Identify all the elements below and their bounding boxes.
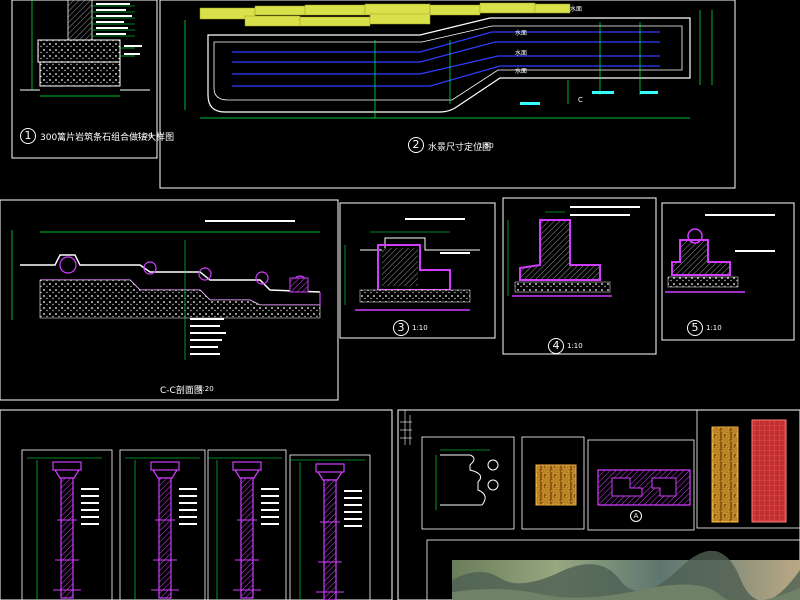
detail-5-frame [661, 202, 795, 341]
section-cc-title: C-C剖面图 [160, 386, 203, 396]
column-neck [317, 471, 343, 481]
ornament-frame [397, 409, 800, 600]
column-note [344, 518, 362, 520]
water-label-2: 水面 [515, 30, 528, 37]
detail-4-frame [502, 197, 657, 355]
detail-3-scale: 1:10 [412, 324, 428, 332]
detail-1-number: 1 [20, 128, 36, 144]
detail-5-number: 5 [687, 320, 703, 336]
cad-drawing-sheet [0, 0, 800, 600]
section-cc-scale: 1:20 [198, 385, 214, 393]
column-note [344, 525, 362, 527]
column-note [179, 488, 197, 490]
detail-a-marker: A [630, 510, 642, 522]
column-shaft [323, 479, 337, 600]
column-note [344, 490, 362, 492]
column-note [261, 509, 279, 511]
column-neck [234, 469, 260, 479]
section-marker-c: C [578, 96, 583, 104]
column-note [81, 488, 99, 490]
water-label-1: 水面 [570, 6, 583, 13]
column-note [261, 488, 279, 490]
column-note [344, 511, 362, 513]
column-note [261, 495, 279, 497]
column-note [81, 523, 99, 525]
column-note [81, 509, 99, 511]
detail-3-frame [339, 202, 496, 339]
water-label-3: 水面 [515, 50, 528, 57]
detail-4-scale: 1:10 [567, 342, 583, 350]
column-note [81, 502, 99, 504]
detail-2-scale: 1:50 [478, 142, 494, 150]
column-note [261, 516, 279, 518]
column-neck [54, 469, 80, 479]
column-capital [315, 463, 345, 473]
column-note [179, 495, 197, 497]
column-note [261, 523, 279, 525]
column-note [179, 502, 197, 504]
detail-2-number: 2 [408, 137, 424, 153]
column-note [261, 502, 279, 504]
column-note [179, 523, 197, 525]
column-shaft [60, 477, 74, 599]
column-note [179, 516, 197, 518]
column-note [344, 497, 362, 499]
column-capital [232, 461, 262, 471]
detail-4-number: 4 [548, 338, 564, 354]
detail-1-scale: 1:20 [137, 132, 153, 140]
column-note [81, 495, 99, 497]
water-label-4: 水面 [515, 68, 528, 75]
detail-2-frame [159, 0, 736, 189]
column-neck [152, 469, 178, 479]
column-note [179, 509, 197, 511]
detail-1-title: 300篱片岩筑条石组合做法大样图 [40, 133, 175, 143]
detail-5-scale: 1:10 [706, 324, 722, 332]
column-shaft [240, 477, 254, 599]
section-cc-frame [0, 199, 339, 401]
detail-3-number: 3 [393, 320, 409, 336]
column-note [81, 516, 99, 518]
column-capital [150, 461, 180, 471]
column-shaft [158, 477, 172, 599]
column-capital [52, 461, 82, 471]
columns-frame [0, 409, 393, 600]
column-note [344, 504, 362, 506]
